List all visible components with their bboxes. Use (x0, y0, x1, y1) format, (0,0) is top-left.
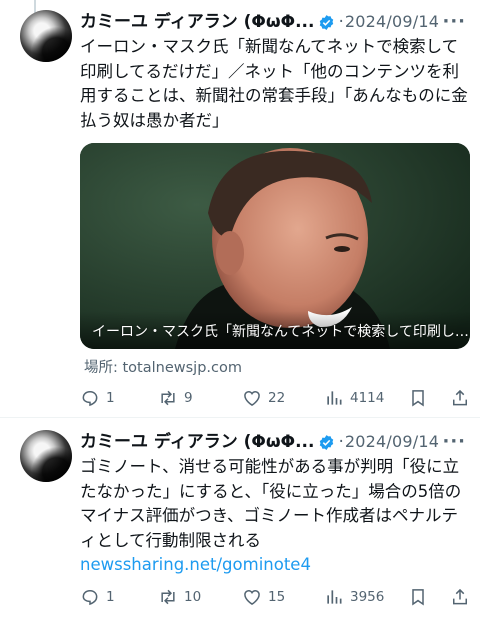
tweet-header: カミーユ ディアラン (ΦωΦ... ·2024/09/14 ··· (80, 430, 470, 454)
tweet[interactable]: カミーユ ディアラン (ΦωΦ... ·2024/09/14 ··· イーロン・マ… (0, 0, 480, 417)
like-button[interactable]: 15 (242, 585, 285, 609)
separator: · (338, 12, 344, 32)
like-button[interactable]: 22 (242, 386, 285, 410)
like-icon (244, 589, 260, 605)
share-icon (453, 389, 467, 406)
link-card-caption: イーロン・マスク氏「新聞なんてネットで検索して印刷し… (80, 311, 470, 349)
views-icon (327, 391, 342, 405)
reply-button[interactable]: 1 (80, 386, 115, 410)
tweet-header: カミーユ ディアラン (ΦωΦ... ·2024/09/14 ··· (80, 10, 470, 34)
author-name[interactable]: カミーユ ディアラン (ΦωΦ... (80, 10, 314, 34)
tweet-text: イーロン・マスク氏「新聞なんてネットで検索して印刷してるだけだ」／ネット「他のコ… (80, 37, 468, 130)
like-icon (244, 390, 260, 406)
views-count: 4114 (350, 390, 385, 406)
bookmark-button[interactable] (408, 585, 428, 609)
views-count: 3956 (350, 589, 385, 605)
more-icon[interactable]: ··· (442, 10, 466, 34)
avatar[interactable] (20, 430, 72, 482)
reply-button[interactable]: 1 (80, 585, 115, 609)
timeline-feed: カミーユ ディアラン (ΦωΦ... ·2024/09/14 ··· イーロン・マ… (0, 0, 480, 617)
tweet-date[interactable]: 2024/09/14 (345, 430, 439, 454)
tweet-actions: 1 9 22 4114 (80, 386, 470, 410)
bookmark-icon (412, 390, 424, 407)
reply-icon (82, 590, 98, 606)
reply-icon (82, 391, 98, 407)
tweet-date[interactable]: 2024/09/14 (345, 10, 439, 34)
like-count: 15 (268, 589, 286, 605)
tweet-body: カミーユ ディアラン (ΦωΦ... ·2024/09/14 ··· イーロン・マ… (80, 10, 470, 407)
reply-count: 1 (106, 390, 115, 406)
views-button[interactable]: 4114 (324, 386, 384, 410)
tweet[interactable]: カミーユ ディアラン (ΦωΦ... ·2024/09/14 ··· ゴミノート、… (0, 418, 480, 617)
repost-count: 10 (184, 589, 202, 605)
link-card-title: イーロン・マスク氏「新聞なんてネットで検索して印刷し… (92, 324, 469, 340)
author-name[interactable]: カミーユ ディアラン (ΦωΦ... (80, 430, 314, 454)
tweet-actions: 1 10 15 3956 (80, 585, 470, 609)
share-button[interactable] (450, 386, 470, 410)
more-icon[interactable]: ··· (442, 430, 466, 454)
repost-button[interactable]: 9 (158, 386, 193, 410)
share-button[interactable] (450, 585, 470, 609)
link-source[interactable]: 場所: totalnewsjp.com (84, 356, 242, 377)
verified-badge-icon (320, 15, 334, 30)
avatar[interactable] (20, 10, 72, 62)
reply-count: 1 (106, 589, 115, 605)
tweet-text: ゴミノート、消せる可能性がある事が判明「役に立たなかった」にすると、「役に立った… (80, 457, 462, 550)
repost-button[interactable]: 10 (158, 585, 201, 609)
verified-badge-icon (320, 435, 334, 450)
views-icon (327, 590, 342, 604)
link-card-image[interactable]: イーロン・マスク氏「新聞なんてネットで検索して印刷し… (80, 143, 470, 349)
like-count: 22 (268, 390, 286, 406)
bookmark-button[interactable] (408, 386, 428, 410)
separator: · (338, 432, 344, 452)
repost-icon (161, 589, 175, 605)
repost-count: 9 (184, 390, 193, 406)
share-icon (453, 588, 467, 605)
tweet-body: カミーユ ディアラン (ΦωΦ... ·2024/09/14 ··· ゴミノート、… (80, 430, 470, 606)
views-button[interactable]: 3956 (324, 585, 384, 609)
repost-icon (161, 390, 175, 406)
bookmark-icon (412, 589, 424, 606)
tweet-link[interactable]: newssharing.net/gominote4 (80, 553, 470, 577)
